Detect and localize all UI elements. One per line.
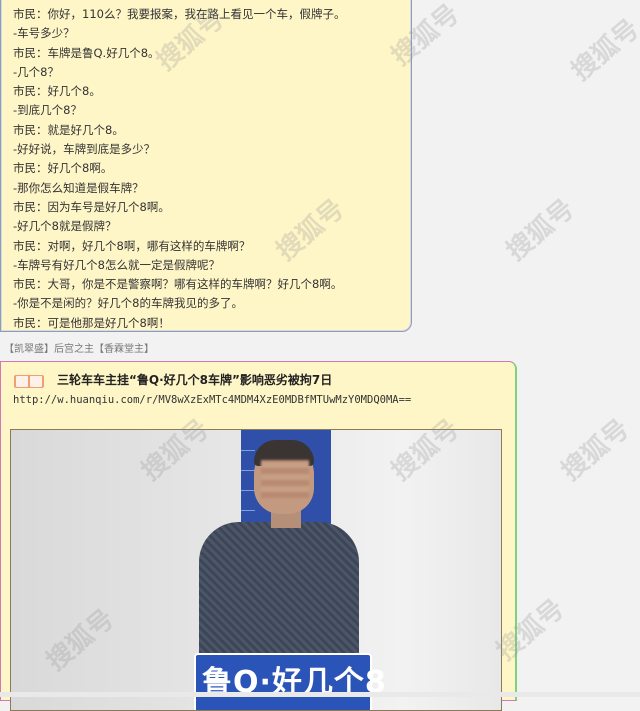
news-photo: 鲁Q·好几个8 <box>10 429 502 711</box>
chat-line: 市民：对啊，好几个8啊，哪有这样的车牌啊？ <box>13 238 251 253</box>
chat-line: -好好说，车牌到底是多少？ <box>13 142 156 157</box>
watermark: 搜狐号 <box>566 13 640 87</box>
chat-lines: 市民：你好，110么？我要报案，我在路上看见一个车，假牌子。 -车号多少？ 市民… <box>13 5 345 333</box>
chat-line: -你是不是闲的？好几个8的车牌我见的多了。 <box>13 296 243 311</box>
chat-line: 市民：好几个8。 <box>13 84 101 99</box>
author-caption: 【凯翠盛】后宫之主【香霖堂主】 <box>4 344 154 355</box>
chat-line: -好几个8就是假牌？ <box>13 219 117 234</box>
chat-card: 市民：你好，110么？我要报案，我在路上看见一个车，假牌子。 -车号多少？ 市民… <box>0 0 412 332</box>
bottom-strip <box>0 692 640 697</box>
news-post-card: 三轮车车主挂“鲁Q·好几个8车牌”影响恶劣被拘7日 http://w.huanq… <box>0 361 517 711</box>
chat-line: 市民：大哥，你是不是警察啊？哪有这样的车牌啊？好几个8啊。 <box>13 277 343 292</box>
chat-line: -到底几个8？ <box>13 103 82 118</box>
blurred-face <box>261 460 309 498</box>
thumbs-icon[interactable] <box>14 375 44 388</box>
chat-line: -车号多少？ <box>13 26 75 41</box>
chat-line: -那你怎么知道是假车牌？ <box>13 180 144 195</box>
chat-line: 市民：好几个8啊。 <box>13 161 113 176</box>
chat-line: 市民：因为车号是好几个8啊。 <box>13 199 170 214</box>
chat-line: 市民：可是他那是好几个8啊！ <box>13 315 170 330</box>
post-link[interactable]: http://w.huanqiu.com/r/MV8wXzExMTc4MDM4X… <box>13 394 411 406</box>
watermark: 搜狐号 <box>501 193 581 267</box>
watermark: 搜狐号 <box>556 413 636 487</box>
chat-line: 市民：你好，110么？我要报案，我在路上看见一个车，假牌子。 <box>13 7 346 21</box>
chat-line: 市民：就是好几个8。 <box>13 122 124 137</box>
chat-line: 市民：车牌是鲁Q.好几个8。 <box>13 45 160 60</box>
chat-line: -几个8？ <box>13 64 59 79</box>
chat-line: -车牌号有好几个8怎么就一定是假牌呢？ <box>13 257 220 272</box>
license-plate-sign: 鲁Q·好几个8 <box>194 653 386 710</box>
post-title: 三轮车车主挂“鲁Q·好几个8车牌”影响恶劣被拘7日 <box>57 373 333 387</box>
